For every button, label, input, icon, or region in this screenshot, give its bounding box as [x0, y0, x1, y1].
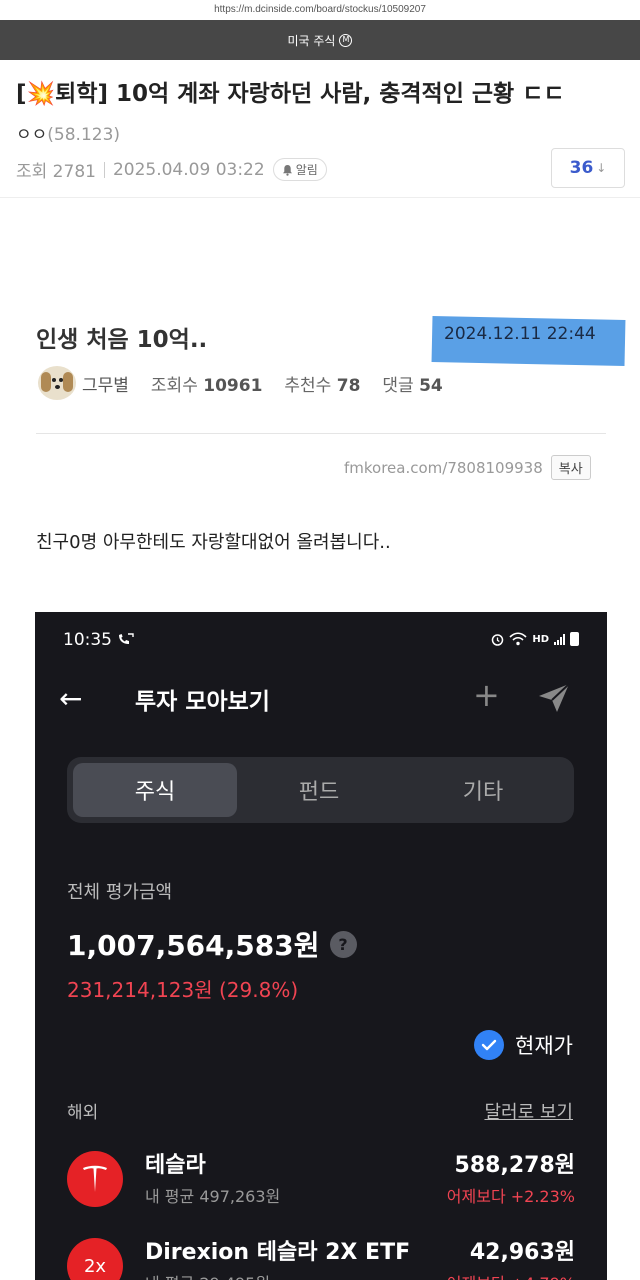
embedded-views: 조회수 10961 — [150, 375, 263, 396]
battery-icon — [570, 632, 579, 646]
total-value-label: 전체 평가금액 — [67, 882, 173, 903]
total-profit: 231,214,123원 (29.8%) — [67, 978, 299, 1002]
phone-status-time: 10:35 — [63, 630, 135, 650]
help-icon[interactable]: ? — [329, 930, 357, 958]
tab-others[interactable]: 기타 — [401, 763, 565, 817]
source-link-row: fmkorea.com/7808109938 복사 — [344, 455, 591, 480]
alarm-button[interactable]: 알림 — [272, 158, 327, 181]
stock-average-price: 내 평균 497,263원 — [145, 1187, 281, 1206]
explosion-emoji-icon: 💥 — [26, 81, 56, 107]
stock-row-tesla[interactable]: 테슬라 내 평균 497,263원 588,278원 어제보다 +2.23% — [67, 1147, 575, 1217]
post-meta: 조회 2781 2025.04.09 03:22 알림 — [16, 157, 327, 182]
stock-average-price: 내 평균 29,495원 — [145, 1270, 270, 1280]
bell-icon — [282, 164, 292, 176]
wifi-icon — [509, 632, 527, 646]
alarm-clock-icon — [492, 634, 504, 646]
stock-name: Direxion 테슬라 2X ETF — [145, 1240, 411, 1265]
gallery-header[interactable]: 미국 주식 M — [0, 20, 640, 60]
back-arrow-icon[interactable]: ← — [59, 682, 82, 715]
overseas-section-label: 해외 — [67, 1103, 99, 1123]
tab-funds[interactable]: 펀드 — [237, 763, 401, 817]
comment-count-button[interactable]: 36 ↓ — [551, 148, 625, 188]
embedded-post-title: 인생 처음 10억.. — [36, 327, 208, 353]
title-tag: 퇴학] — [55, 81, 108, 107]
post-datetime: 2025.04.09 03:22 — [112, 159, 265, 180]
browser-url-bar[interactable]: https://m.dcinside.com/board/stockus/105… — [0, 0, 640, 20]
stock-price: 42,963원 — [469, 1240, 575, 1265]
embedded-recommends: 추천수 78 — [284, 375, 361, 396]
post-author[interactable]: ㅇㅇ(58.123) — [16, 120, 120, 145]
post-title: [💥퇴학] 10억 계좌 자랑하던 사람, 충격적인 근황 ㄷㄷ — [16, 78, 626, 110]
header-divider — [0, 197, 640, 198]
plus-icon[interactable]: + — [473, 676, 500, 714]
title-bracket: [ — [16, 81, 27, 107]
view-in-dollars-link[interactable]: 달러로 보기 — [484, 1098, 573, 1124]
down-arrow-icon: ↓ — [596, 161, 607, 175]
copy-button[interactable]: 복사 — [550, 455, 591, 480]
stock-price: 588,278원 — [454, 1153, 575, 1178]
embedded-author-name: 그무별 — [82, 375, 129, 396]
phone-status-icons: HD — [491, 632, 579, 646]
current-price-toggle[interactable]: 현재가 — [474, 1030, 573, 1060]
view-count: 조회 2781 — [16, 162, 96, 182]
stock-row-direxion[interactable]: 2x Direxion 테슬라 2X ETF 내 평균 29,495원 42,9… — [67, 1234, 575, 1280]
source-url[interactable]: fmkorea.com/7808109938 — [344, 459, 543, 477]
minor-gallery-badge-icon: M — [339, 33, 353, 47]
embedded-post-date: 2024.12.11 22:44 — [444, 324, 596, 344]
meta-divider — [103, 161, 105, 178]
leverage-2x-logo-icon: 2x — [67, 1238, 123, 1280]
total-value-amount: 1,007,564,583원 — [67, 929, 320, 962]
stock-change: 어제보다 +2.23% — [446, 1187, 575, 1206]
check-icon — [474, 1030, 505, 1060]
embedded-divider — [36, 433, 606, 434]
tesla-logo-icon — [67, 1151, 123, 1207]
stock-change: 어제보다 +4.79% — [447, 1270, 575, 1280]
embedded-author-row: 그무별 조회수 10961 추천수 78 댓글 54 — [38, 366, 443, 400]
call-forward-icon — [119, 633, 135, 644]
title-text: 10억 계좌 자랑하던 사람, 충격적인 근황 ㄷㄷ — [108, 81, 565, 107]
hd-voice-icon: HD — [532, 633, 549, 645]
asset-type-tabs: 주식 펀드 기타 — [67, 757, 574, 823]
alarm-label: 알림 — [295, 163, 318, 177]
author-ip: (58.123) — [47, 125, 121, 145]
send-icon[interactable] — [537, 682, 571, 714]
embedded-comments: 댓글 54 — [382, 375, 443, 396]
embedded-body-text: 친구0명 아무한테도 자랑할대없어 올려봅니다.. — [36, 532, 391, 553]
signal-icon — [554, 633, 565, 645]
app-page-title: 투자 모아보기 — [135, 689, 270, 715]
gallery-name: 미국 주식 — [287, 33, 336, 48]
total-value: 1,007,564,583원 ? — [67, 924, 357, 964]
current-price-label: 현재가 — [515, 1034, 573, 1058]
phone-screenshot: 10:35 HD ← 투자 모아보기 + 주식 펀드 기타 전체 평가금액 1,… — [35, 612, 607, 1280]
author-nickname: ㅇㅇ — [16, 125, 48, 145]
puppy-avatar — [38, 366, 76, 400]
stock-name: 테슬라 — [145, 1153, 206, 1178]
tab-stocks[interactable]: 주식 — [73, 763, 237, 817]
comment-count: 36 — [569, 158, 594, 178]
